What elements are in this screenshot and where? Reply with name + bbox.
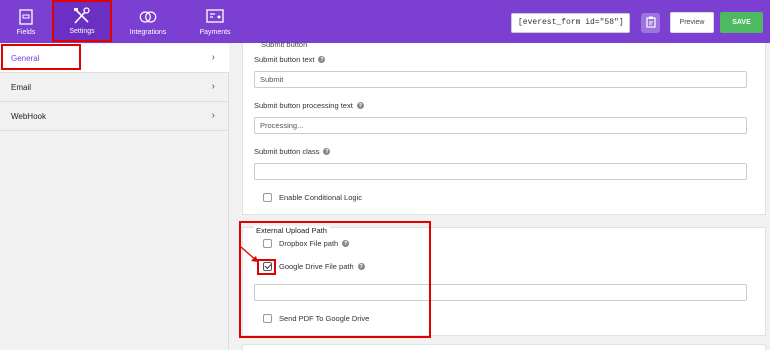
external-upload-card: External Upload Path Dropbox File path ?… [242,226,766,336]
dropbox-label: Dropbox File path [279,239,339,248]
dropbox-checkbox[interactable] [263,239,272,248]
sidebar-item-general[interactable]: General › [0,44,229,73]
conditional-logic-label: Enable Conditional Logic [279,193,362,202]
submit-text-label-text: Submit button text [254,55,315,64]
section-title-submit: Submit button [261,40,308,49]
conditional-logic-checkbox[interactable] [263,193,272,202]
submit-processing-input[interactable]: Processing... [254,117,747,134]
tab-payments-label: Payments [199,28,231,36]
annotation-arrow-icon [240,246,258,262]
help-icon[interactable]: ? [318,56,326,63]
submit-processing-label: Submit button processing text ? [254,101,364,110]
save-button[interactable]: SAVE [720,12,763,33]
gdrive-checkbox[interactable] [263,262,272,271]
send-pdf-label: Send PDF To Google Drive [279,314,370,323]
submit-class-label: Submit button class ? [254,147,331,156]
tab-integrations-label: Integrations [129,28,167,36]
submit-text-label: Submit button text ? [254,55,326,64]
top-toolbar: Fields Settings Integrations Payments [e… [0,0,770,43]
sidebar-item-label: General [11,53,40,63]
chevron-right-icon: › [211,110,215,121]
help-icon[interactable]: ? [356,102,364,109]
help-icon[interactable]: ? [323,148,331,155]
preview-button[interactable]: Preview [670,12,714,33]
section-title-upload: External Upload Path [254,226,329,235]
chevron-right-icon: › [211,52,215,63]
tab-fields-label: Fields [16,28,36,36]
gdrive-label: Google Drive File path [279,262,354,271]
next-card-edge [242,344,766,350]
help-icon[interactable]: ? [357,263,365,270]
shortcode-field[interactable]: [everest_form id="58"] [511,13,630,33]
submit-class-input[interactable] [254,163,747,180]
conditional-logic-option[interactable]: Enable Conditional Logic [263,193,362,202]
settings-sidebar: General › Email › WebHook › [0,43,229,350]
dropbox-option[interactable]: Dropbox File path ? [263,239,350,248]
chevron-right-icon: › [211,81,215,92]
submit-processing-label-text: Submit button processing text [254,101,353,110]
clipboard-icon [645,16,656,30]
fields-icon [16,8,36,26]
submit-class-label-text: Submit button class [254,147,320,156]
gdrive-option[interactable]: Google Drive File path ? [263,262,365,271]
help-icon[interactable]: ? [342,240,350,247]
tab-integrations[interactable]: Integrations [120,0,176,43]
copy-shortcode-button[interactable] [641,13,660,33]
settings-tools-icon [72,7,92,25]
sidebar-item-webhook[interactable]: WebHook › [0,102,229,131]
sidebar-item-label: WebHook [11,111,46,121]
settings-content: Submit button Submit button text ? Submi… [230,40,770,350]
tab-fields[interactable]: Fields [8,0,44,43]
sidebar-item-email[interactable]: Email › [0,73,229,102]
tab-settings-label: Settings [69,28,95,35]
integrations-icon [138,8,158,26]
payments-icon [205,8,225,26]
submit-text-input[interactable]: Submit [254,71,747,88]
tab-settings[interactable]: Settings [52,0,112,42]
submit-settings-card: Submit button Submit button text ? Submi… [242,40,766,215]
send-pdf-checkbox[interactable] [263,314,272,323]
tab-payments[interactable]: Payments [192,0,238,43]
sidebar-item-label: Email [11,82,32,92]
gdrive-path-input[interactable] [254,284,747,301]
send-pdf-option[interactable]: Send PDF To Google Drive [263,314,369,323]
